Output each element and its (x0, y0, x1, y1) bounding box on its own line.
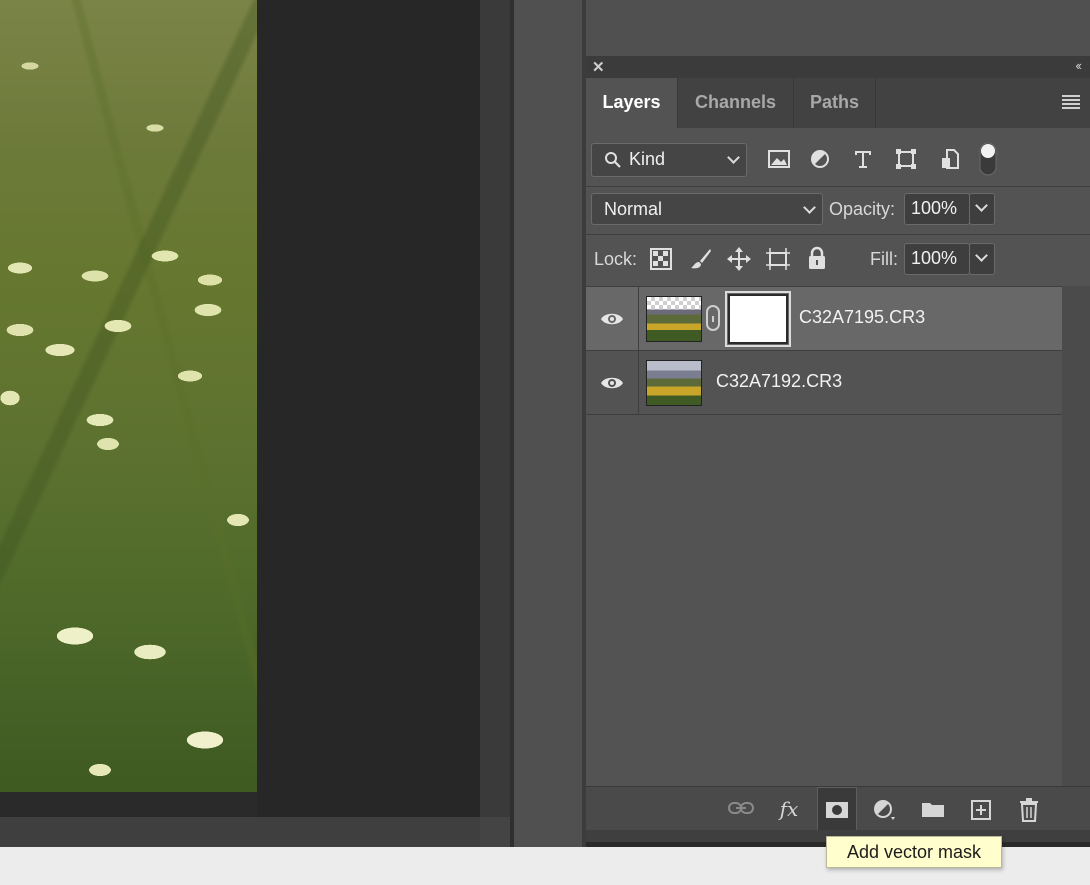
separator (586, 234, 1090, 235)
layer-style-button[interactable]: fx (769, 787, 809, 831)
canvas-horizontal-scrollbar[interactable] (0, 817, 480, 847)
chevron-down-icon (727, 151, 740, 164)
panel-dock-top (586, 0, 1090, 56)
fill-field[interactable]: 100% (904, 243, 970, 275)
opacity-slider-button[interactable] (969, 193, 995, 225)
lock-transparent-pixels-icon[interactable] (650, 248, 672, 270)
mask-icon (826, 802, 848, 818)
lock-position-icon[interactable] (726, 246, 752, 272)
fx-icon: fx (779, 797, 799, 821)
layer-name[interactable]: C32A7195.CR3 (799, 307, 925, 328)
adjustment-layer-filter-icon[interactable] (809, 148, 831, 170)
layer-row[interactable]: C32A7192.CR3 (586, 351, 1062, 415)
add-mask-button[interactable] (817, 787, 857, 831)
filter-kind-label: Kind (629, 149, 666, 169)
new-adjustment-layer-button[interactable] (865, 787, 905, 831)
new-layer-icon (971, 800, 991, 820)
smart-object-filter-icon[interactable] (939, 148, 961, 170)
canvas-vertical-scrollbar[interactable] (480, 0, 510, 817)
lock-all-icon[interactable] (807, 246, 827, 270)
tab-channels[interactable]: Channels (678, 78, 794, 128)
lock-image-pixels-icon[interactable] (689, 247, 713, 271)
opacity-field[interactable]: 100% (904, 193, 970, 225)
layer-name[interactable]: C32A7192.CR3 (716, 371, 842, 392)
separator (586, 186, 1090, 187)
type-layer-filter-icon[interactable] (852, 148, 874, 170)
fill-label: Fill: (870, 249, 898, 269)
filter-kind-dropdown[interactable]: Kind (591, 143, 747, 177)
lock-artboard-icon[interactable] (765, 246, 791, 272)
canvas-photo[interactable] (0, 0, 257, 792)
chevron-down-icon (975, 199, 988, 212)
panel-header: ✕ ‹‹ (586, 56, 1090, 78)
chevron-down-icon (975, 249, 988, 262)
blend-mode-value: Normal (604, 199, 663, 219)
layers-panel: ✕ ‹‹ Layers Channels Paths Kind Normal O… (586, 56, 1090, 842)
folder-icon (922, 803, 944, 817)
search-icon (605, 152, 621, 168)
eye-icon (601, 313, 623, 325)
link-icon[interactable] (706, 305, 720, 331)
layer-row[interactable]: C32A7195.CR3 (586, 287, 1062, 351)
shape-layer-filter-icon[interactable] (895, 148, 917, 170)
layer-thumbnail[interactable] (646, 296, 702, 342)
layers-footer: fx (586, 786, 1090, 831)
tab-paths[interactable]: Paths (794, 78, 876, 128)
tooltip: Add vector mask (826, 836, 1002, 868)
trash-icon (1020, 798, 1038, 822)
filter-toggle-icon[interactable] (979, 142, 997, 176)
chevron-down-icon (803, 201, 816, 214)
lock-label: Lock: (594, 249, 638, 269)
panel-menu-icon[interactable] (1062, 95, 1080, 109)
blend-mode-dropdown[interactable]: Normal (591, 193, 823, 225)
new-group-button[interactable] (913, 787, 953, 831)
delete-layer-button[interactable] (1009, 787, 1049, 831)
adjustment-icon (874, 800, 895, 820)
fill-slider-button[interactable] (969, 243, 995, 275)
opacity-label: Opacity: (829, 199, 896, 219)
pixel-layer-filter-icon[interactable] (767, 148, 791, 170)
panel-dock-column (514, 0, 582, 847)
layer-mask-thumbnail[interactable] (725, 291, 791, 347)
visibility-toggle[interactable] (586, 287, 639, 351)
panel-tabbar: Layers Channels Paths (586, 78, 1090, 128)
canvas-pasteboard (257, 0, 480, 817)
link-icon (728, 802, 754, 814)
canvas-scroll-corner (480, 817, 510, 847)
eye-icon (601, 377, 623, 389)
tab-layers[interactable]: Layers (586, 78, 678, 128)
layers-scrollbar[interactable] (1062, 286, 1090, 786)
close-icon[interactable]: ✕ (592, 58, 605, 76)
link-layers-button[interactable] (721, 787, 761, 831)
layer-thumbnail[interactable] (646, 360, 702, 406)
new-layer-button[interactable] (961, 787, 1001, 831)
collapse-icon[interactable]: ‹‹ (1075, 58, 1082, 73)
visibility-toggle[interactable] (586, 351, 639, 415)
